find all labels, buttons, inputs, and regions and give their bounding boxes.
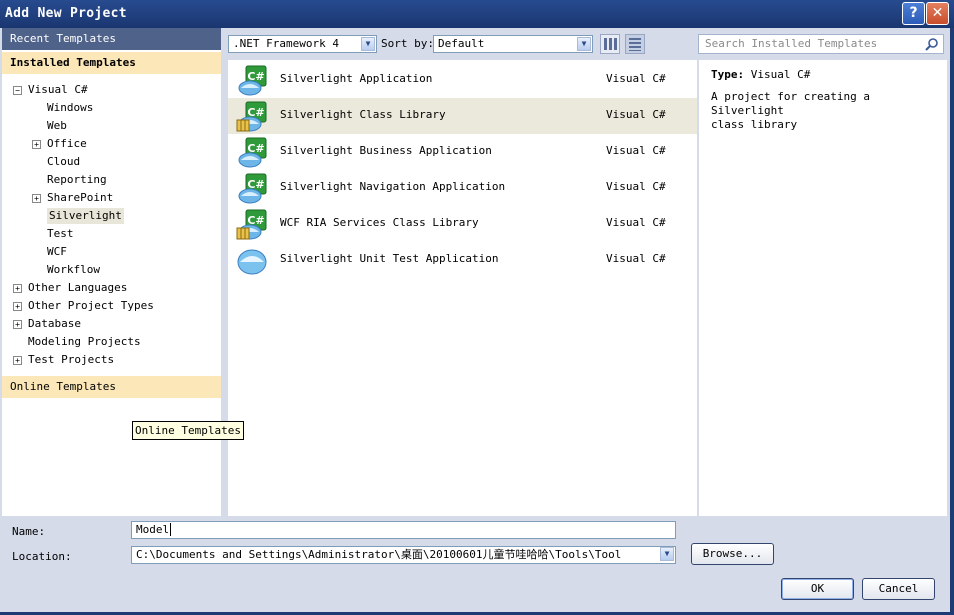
help-button[interactable]: ? xyxy=(902,2,925,25)
online-templates-header[interactable]: Online Templates xyxy=(2,376,221,398)
silverlight-csharp-icon: C# xyxy=(238,137,267,168)
sort-select[interactable]: Default ▼ xyxy=(433,35,593,53)
medium-icons-view-button[interactable] xyxy=(600,34,620,54)
close-button[interactable]: ✕ xyxy=(926,2,949,25)
silverlight-class-library-icon: C# xyxy=(236,209,267,240)
silverlight-class-library-icon: C# xyxy=(236,101,267,132)
tree-item[interactable]: WCF xyxy=(47,244,67,260)
location-label: Location: xyxy=(12,550,72,563)
project-form: Name: Model Location: C:\Documents and S… xyxy=(0,516,950,612)
grid-view-icon xyxy=(604,38,617,50)
expand-icon[interactable]: + xyxy=(13,356,22,365)
location-dropdown[interactable]: ▼ xyxy=(657,547,675,563)
template-name: Silverlight Application xyxy=(280,72,433,85)
name-label: Name: xyxy=(12,525,46,538)
details-type: Type: Visual C# xyxy=(711,68,810,81)
project-name-input[interactable]: Model xyxy=(131,521,676,539)
search-icon[interactable] xyxy=(925,37,939,51)
recent-templates-header[interactable]: Recent Templates xyxy=(2,28,221,50)
template-details-panel: Type: Visual C# A project for creating a… xyxy=(699,60,947,516)
framework-value: .NET Framework 4 xyxy=(233,37,339,50)
silverlight-csharp-icon: C# xyxy=(238,65,267,96)
tree-item[interactable]: Workflow xyxy=(47,262,100,278)
tree-item[interactable]: Windows xyxy=(47,100,93,116)
cancel-button[interactable]: Cancel xyxy=(862,578,935,600)
template-language: Visual C# xyxy=(606,72,666,85)
template-name: Silverlight Class Library xyxy=(280,108,446,121)
online-templates-tooltip: Online Templates xyxy=(132,421,244,440)
collapse-icon[interactable]: − xyxy=(13,86,22,95)
template-name: Silverlight Navigation Application xyxy=(280,180,506,193)
template-language: Visual C# xyxy=(606,216,666,229)
template-language: Visual C# xyxy=(606,252,666,265)
framework-select[interactable]: .NET Framework 4 ▼ xyxy=(228,35,377,53)
template-language: Visual C# xyxy=(606,108,666,121)
template-language: Visual C# xyxy=(606,180,666,193)
template-name: WCF RIA Services Class Library xyxy=(280,216,479,229)
search-placeholder: Search Installed Templates xyxy=(705,37,878,50)
template-row[interactable]: C# Silverlight Application Visual C# xyxy=(228,62,697,98)
template-categories-panel: Recent Templates Installed Templates Vis… xyxy=(2,28,221,516)
description-line-1: A project for creating a Silverlight xyxy=(711,90,870,117)
chevron-down-icon[interactable]: ▼ xyxy=(660,547,674,561)
templates-toolbar: .NET Framework 4 ▼ Sort by: Default ▼ Se… xyxy=(224,28,950,60)
tree-item[interactable]: Reporting xyxy=(47,172,107,188)
template-row[interactable]: C# WCF RIA Services Class Library Visual C… xyxy=(228,206,697,242)
chevron-down-icon[interactable]: ▼ xyxy=(361,37,375,51)
browse-button[interactable]: Browse... xyxy=(691,543,774,565)
tree-item[interactable]: SharePoint xyxy=(47,190,113,206)
panel-splitter[interactable] xyxy=(221,28,224,516)
sort-value: Default xyxy=(438,37,485,50)
template-language: Visual C# xyxy=(606,144,666,157)
add-new-project-dialog: Add New Project ? ✕ Recent Templates Ins… xyxy=(0,0,954,615)
search-templates-input[interactable]: Search Installed Templates xyxy=(698,34,944,54)
tree-item[interactable]: Other Languages xyxy=(28,280,127,296)
template-row[interactable]: C# Silverlight Business Application Visual… xyxy=(228,134,697,170)
project-name-value: Model xyxy=(136,523,170,536)
template-name: Silverlight Business Application xyxy=(280,144,492,157)
description-line-2: class library xyxy=(711,118,798,131)
location-value: C:\Documents and Settings\Administrator\… xyxy=(136,548,622,561)
small-icons-view-button[interactable] xyxy=(625,34,645,54)
location-input[interactable]: C:\Documents and Settings\Administrator\… xyxy=(131,546,676,564)
tree-item[interactable]: Web xyxy=(47,118,67,134)
expand-icon[interactable]: + xyxy=(13,302,22,311)
details-description: A project for creating a Silverlight cla… xyxy=(711,90,947,132)
dialog-title: Add New Project xyxy=(5,6,127,21)
tree-item[interactable]: Database xyxy=(28,316,81,332)
expand-icon[interactable]: + xyxy=(13,284,22,293)
tree-item[interactable]: Test Projects xyxy=(28,352,114,368)
chevron-down-icon[interactable]: ▼ xyxy=(577,37,591,51)
template-row[interactable]: Silverlight Unit Test Application Visual … xyxy=(228,242,697,278)
template-row[interactable]: C# Silverlight Navigation Application Visu… xyxy=(228,170,697,206)
list-view-icon xyxy=(629,38,641,51)
tree-item[interactable]: Cloud xyxy=(47,154,80,170)
sort-by-label: Sort by: xyxy=(381,37,434,50)
installed-templates-header[interactable]: Installed Templates xyxy=(2,52,221,74)
dialog-client-area: Recent Templates Installed Templates Vis… xyxy=(0,28,950,612)
template-row[interactable]: C# Silverlight Class Library Visual C# xyxy=(228,98,697,134)
tree-item[interactable]: Office xyxy=(47,136,87,152)
templates-list: C# Silverlight Application Visual C# C# Silv… xyxy=(228,60,697,516)
silverlight-csharp-icon: C# xyxy=(238,173,267,204)
expand-icon[interactable]: + xyxy=(13,320,22,329)
silverlight-icon xyxy=(237,249,267,275)
ok-button[interactable]: OK xyxy=(781,578,854,600)
type-value: Visual C# xyxy=(750,68,811,81)
tree-item[interactable]: Silverlight xyxy=(47,208,124,224)
tree-item[interactable]: Modeling Projects xyxy=(28,334,141,350)
tree-item[interactable]: Other Project Types xyxy=(28,298,154,314)
expand-icon[interactable]: + xyxy=(32,140,41,149)
title-bar[interactable]: Add New Project ? ✕ xyxy=(0,0,954,28)
tree-item[interactable]: Visual C# xyxy=(28,82,88,98)
template-name: Silverlight Unit Test Application xyxy=(280,252,499,265)
type-label: Type: xyxy=(711,68,745,81)
tree-item[interactable]: Test xyxy=(47,226,74,242)
expand-icon[interactable]: + xyxy=(32,194,41,203)
